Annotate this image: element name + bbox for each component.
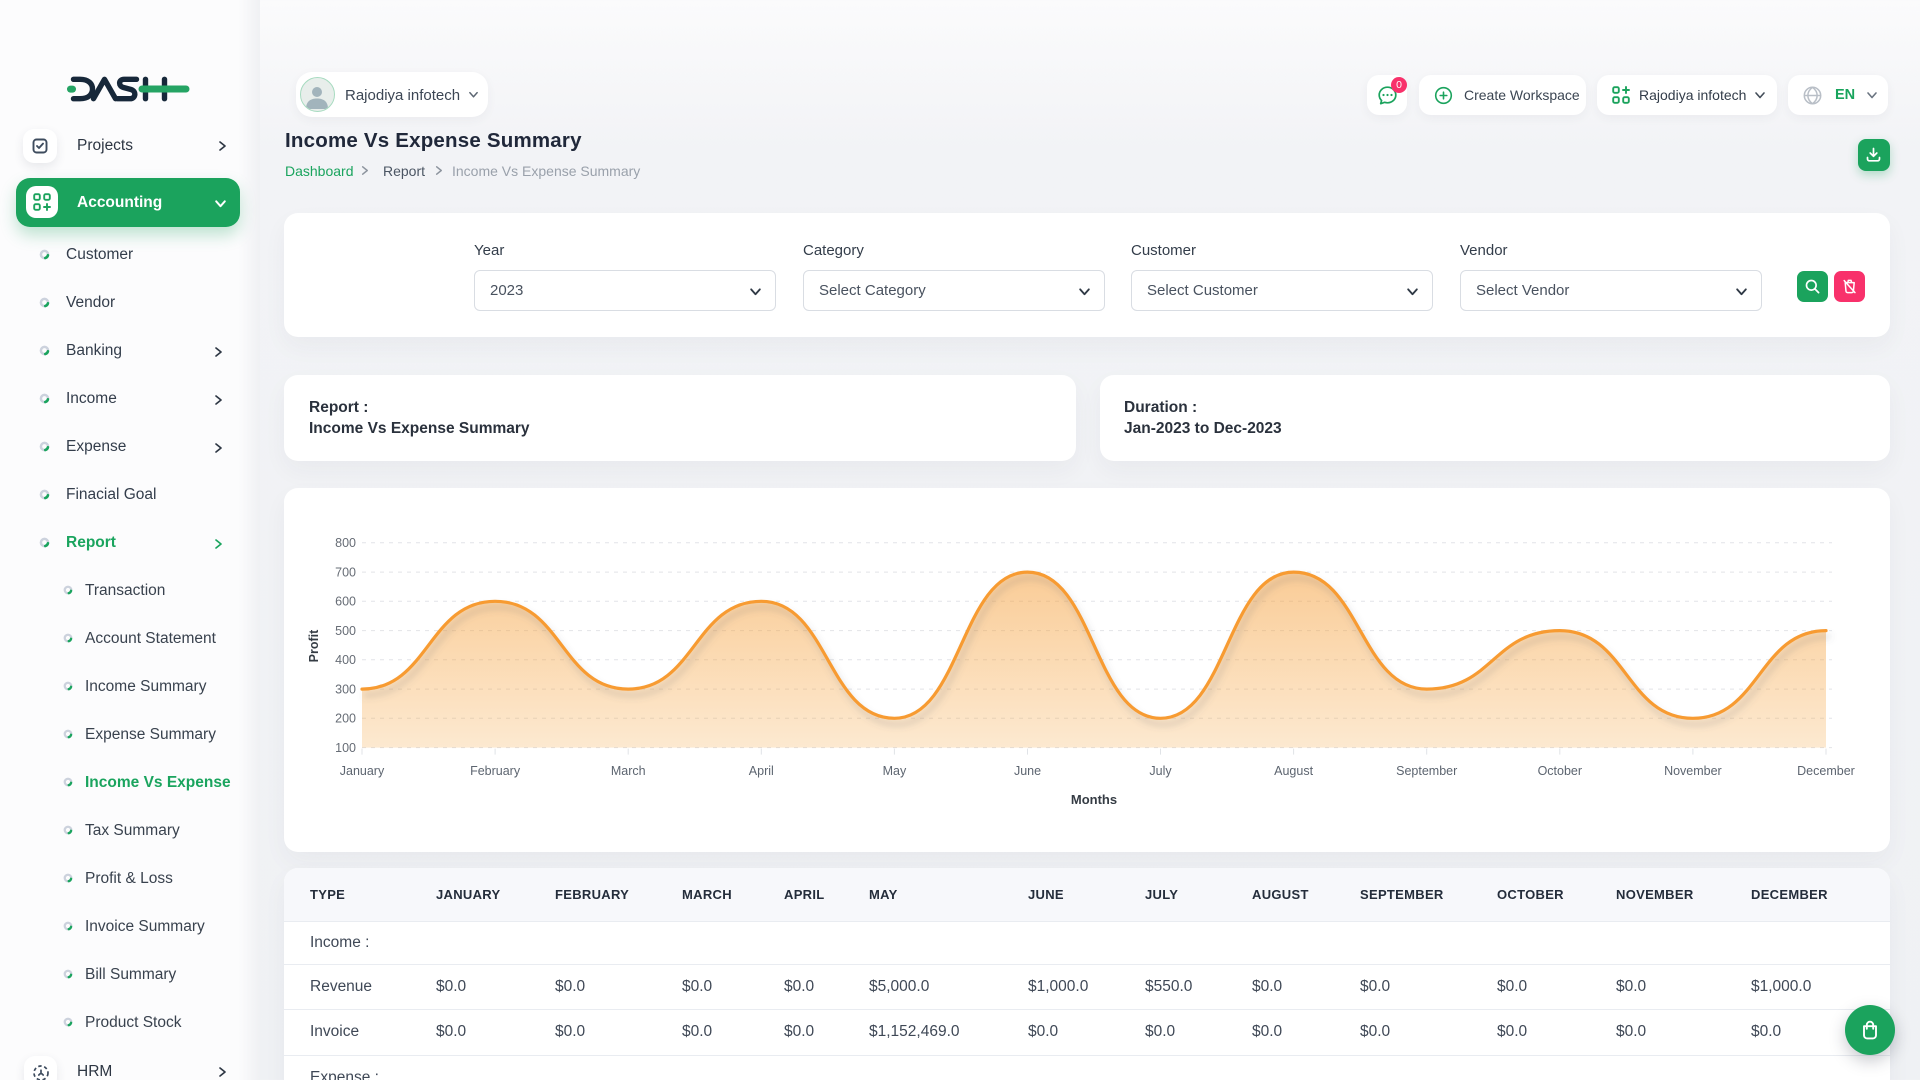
- svg-text:600: 600: [335, 595, 356, 609]
- svg-text:200: 200: [335, 712, 356, 726]
- svg-text:April: April: [749, 764, 774, 778]
- svg-text:March: March: [611, 764, 646, 778]
- svg-text:January: January: [340, 764, 385, 778]
- svg-text:Profit: Profit: [307, 629, 321, 662]
- svg-text:February: February: [470, 764, 521, 778]
- svg-text:Months: Months: [1071, 792, 1117, 807]
- svg-text:300: 300: [335, 682, 356, 696]
- svg-text:400: 400: [335, 653, 356, 667]
- svg-text:500: 500: [335, 624, 356, 638]
- svg-text:800: 800: [335, 536, 356, 550]
- svg-text:May: May: [883, 764, 907, 778]
- svg-text:October: October: [1538, 764, 1582, 778]
- svg-text:August: August: [1274, 764, 1313, 778]
- svg-text:700: 700: [335, 565, 356, 579]
- svg-text:November: November: [1664, 764, 1722, 778]
- svg-text:100: 100: [335, 741, 356, 755]
- svg-text:July: July: [1149, 764, 1172, 778]
- svg-text:December: December: [1797, 764, 1855, 778]
- svg-text:September: September: [1396, 764, 1457, 778]
- svg-text:June: June: [1014, 764, 1041, 778]
